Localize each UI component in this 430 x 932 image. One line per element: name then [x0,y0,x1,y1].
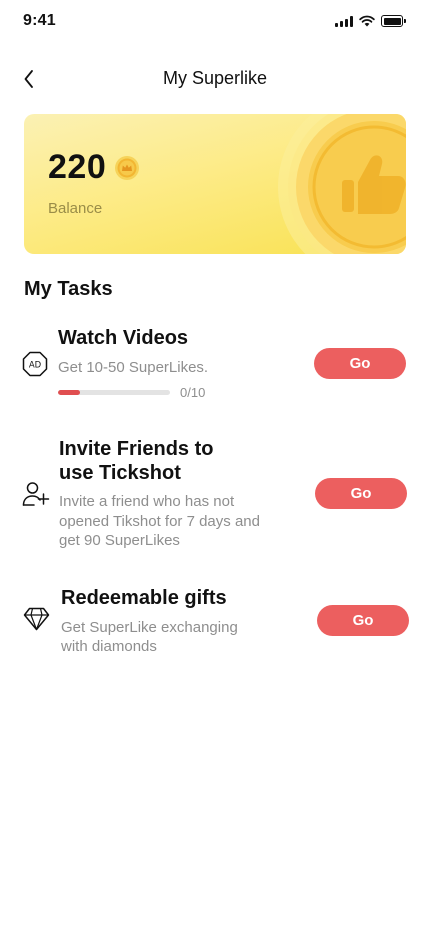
task-description-line-2: opened Tikshot for 7 days and [59,513,260,530]
task-invite-friends: Invite Friends to use Tickshot Invite a … [0,434,430,554]
go-button[interactable]: Go [314,348,406,379]
diamond-icon [23,607,50,631]
go-button[interactable]: Go [315,478,407,509]
task-redeemable-gifts: Redeemable gifts Get SuperLike exchangin… [0,584,430,664]
status-bar: 9:41 [0,0,430,46]
task-description-line-1: Get SuperLike exchanging [61,619,238,636]
task-title-line-2: use Tickshot [59,462,181,484]
go-button[interactable]: Go [317,605,409,636]
crown-coin-icon [115,155,140,180]
balance-label: Balance [48,200,103,217]
status-icons [335,15,406,27]
balance-card: 220 Balance [24,114,406,254]
task-title: Redeemable gifts [61,587,227,609]
task-title: Watch Videos [58,327,189,349]
ad-icon: AD [22,351,48,377]
task-description: Get 10-50 SuperLikes. [58,359,209,376]
wifi-icon [359,15,375,27]
task-description-line-1: Invite a friend who has not [59,493,235,510]
add-user-icon [22,482,50,506]
svg-text:AD: AD [29,361,42,371]
task-progress-bar [58,390,170,395]
nav-header: My Superlike [0,56,430,104]
task-description-line-3: get 90 SuperLikes [59,532,180,549]
balance-amount-row: 220 [48,148,140,187]
task-watch-videos: AD Watch Videos Get 10-50 SuperLikes. 0/… [0,320,430,410]
task-title-line-1: Invite Friends to [59,438,214,460]
task-description-line-2: with diamonds [61,638,157,655]
status-time: 9:41 [23,12,56,29]
balance-amount: 220 [48,148,107,186]
task-progress-fill [58,390,81,395]
page-title: My Superlike [162,68,268,88]
battery-icon [381,15,406,27]
thumbs-up-coin-icon [278,114,406,254]
cellular-signal-icon [335,15,353,27]
section-title: My Tasks [24,278,113,300]
task-progress-text: 0/10 [180,385,206,400]
